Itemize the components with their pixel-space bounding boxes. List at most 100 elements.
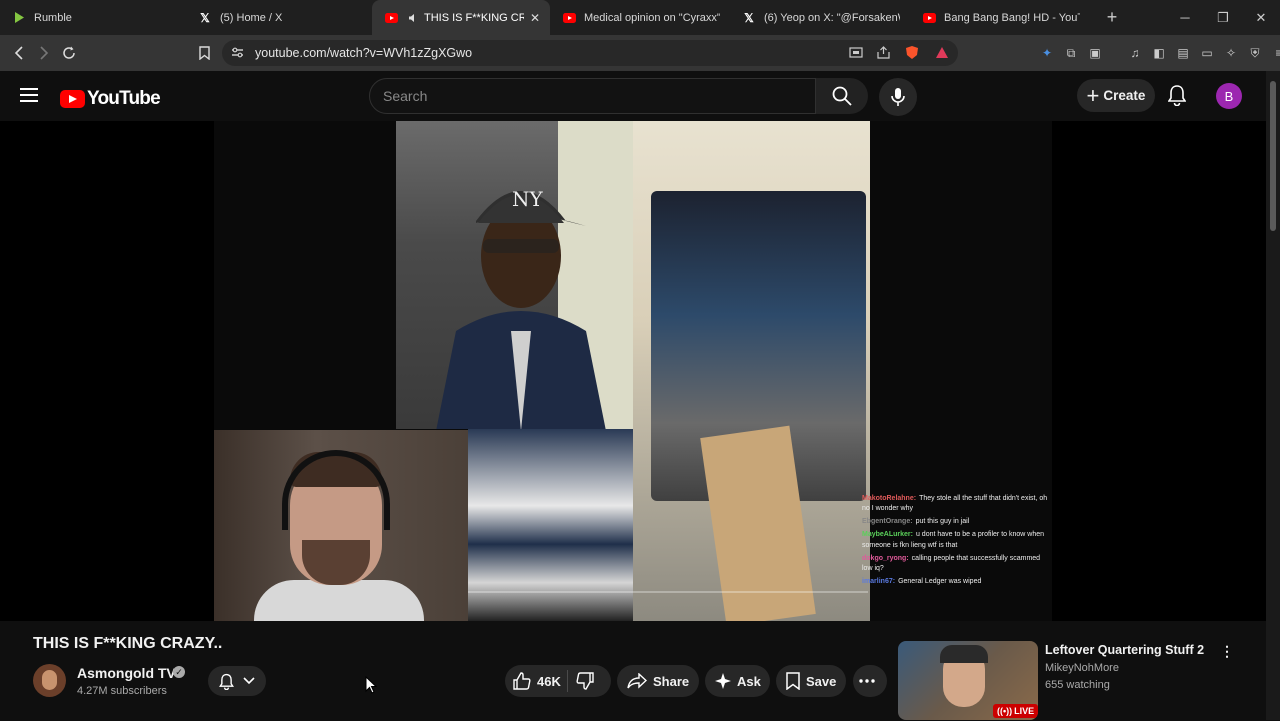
- recommended-video[interactable]: ((•)) LIVE Leftover Quartering Stuff 2 Mi…: [898, 641, 1278, 721]
- chat-message: dokgo_ryong: calling people that successf…: [862, 554, 1052, 574]
- share-button[interactable]: Share: [617, 665, 699, 697]
- bookmark-icon[interactable]: [192, 40, 217, 65]
- create-button[interactable]: + Create: [1077, 79, 1155, 112]
- verified-check-icon: ✓: [173, 666, 185, 678]
- youtube-icon: [562, 11, 576, 25]
- menu-icon[interactable]: ≡: [1270, 43, 1280, 63]
- sparkle-icon: [715, 673, 731, 689]
- close-window-icon[interactable]: ✕: [1242, 0, 1280, 35]
- page-scrollbar[interactable]: [1266, 71, 1280, 720]
- site-settings-icon[interactable]: [231, 46, 244, 64]
- wallet-icon[interactable]: ▭: [1198, 43, 1216, 63]
- share-arrow-icon: [627, 673, 647, 689]
- youtube-header: YouTube + Create B: [0, 71, 1280, 121]
- video-title: THIS IS F**KING CRAZY..: [33, 635, 223, 652]
- recommended-channel[interactable]: MikeyNohMore: [1045, 662, 1119, 674]
- close-tab-icon[interactable]: ✕: [530, 11, 540, 25]
- save-button[interactable]: Save: [776, 665, 846, 697]
- webcam-shirt: [254, 580, 424, 621]
- url-bar[interactable]: youtube.com/watch?v=WVh1zZgXGwo: [222, 40, 958, 66]
- channel-avatar[interactable]: [33, 664, 66, 697]
- bell-icon: [218, 673, 234, 690]
- sidebar-icon[interactable]: ◧: [1150, 43, 1168, 63]
- x-icon: 𝕏: [200, 10, 210, 25]
- more-actions-button[interactable]: [853, 665, 887, 697]
- notifications-bell-icon[interactable]: [1167, 84, 1187, 111]
- x-icon: 𝕏: [744, 10, 754, 25]
- scrollbar-thumb[interactable]: [1270, 81, 1276, 231]
- youtube-icon: [384, 11, 398, 25]
- tab-title: (6) Yeop on X: "@ForsakenWan: [764, 11, 900, 24]
- youtube-logo[interactable]: YouTube: [60, 88, 161, 110]
- tab-title: Bang Bang Bang! HD - YouTube: [944, 11, 1080, 24]
- dislike-button[interactable]: [574, 665, 600, 697]
- music-icon[interactable]: ♫: [1126, 43, 1144, 63]
- browser-tab-youtube-bang[interactable]: Bang Bang Bang! HD - YouTube: [910, 0, 1090, 35]
- video-player[interactable]: NY MakotoRelahne: They stole all the stuf…: [0, 121, 1280, 719]
- recommended-watching: 655 watching: [1045, 679, 1110, 691]
- recommended-title[interactable]: Leftover Quartering Stuff 2: [1045, 643, 1204, 657]
- chat-message: MakotoRelahne: They stole all the stuff t…: [862, 494, 1052, 514]
- more-horizontal-icon: [859, 679, 875, 683]
- account-avatar[interactable]: B: [1216, 83, 1242, 109]
- back-icon[interactable]: [6, 40, 31, 65]
- chat-text: General Ledger was wiped: [898, 577, 982, 585]
- ask-button[interactable]: Ask: [705, 665, 770, 697]
- hamburger-menu-icon[interactable]: [20, 88, 38, 107]
- plus-icon: +: [1086, 82, 1100, 108]
- tab-title: Rumble: [34, 11, 72, 24]
- brave-shields-icon[interactable]: [905, 45, 919, 65]
- share-page-icon[interactable]: [877, 46, 890, 64]
- avatar-letter: B: [1224, 88, 1234, 104]
- create-label: Create: [1103, 88, 1146, 103]
- search-button[interactable]: [816, 78, 868, 114]
- browser-tab-rumble[interactable]: Rumble: [0, 0, 186, 35]
- divider: [566, 670, 568, 692]
- browser-tab-x-home[interactable]: 𝕏 (5) Home / X: [186, 0, 372, 35]
- forward-icon[interactable]: [31, 40, 56, 65]
- screenshot-icon[interactable]: ▣: [1086, 43, 1104, 63]
- new-tab-icon[interactable]: +: [1100, 6, 1124, 30]
- stream-chat-overlay: MakotoRelahne: They stole all the stuff t…: [862, 494, 1052, 619]
- browser-tab-bar: Rumble 𝕏 (5) Home / X THIS IS F**KING CR…: [0, 0, 1280, 35]
- reload-icon[interactable]: [56, 40, 81, 65]
- vpn-icon[interactable]: ⛨: [1246, 43, 1264, 63]
- speaker-icon[interactable]: [406, 11, 420, 25]
- channel-name[interactable]: Asmongold TV: [77, 665, 176, 681]
- like-dislike-group: 46K: [505, 665, 611, 697]
- browser-tab-x-yeop[interactable]: 𝕏 (6) Yeop on X: "@ForsakenWan: [730, 0, 910, 35]
- url-text: youtube.com/watch?v=WVh1zZgXGwo: [255, 46, 473, 60]
- video-scene-wall-hole: [633, 121, 870, 621]
- tabs-icon[interactable]: ▤: [1174, 43, 1192, 63]
- browser-tab-youtube-medical[interactable]: Medical opinion on "Cyraxx"'s m: [550, 0, 730, 35]
- chat-user: imarlin67:: [862, 577, 896, 585]
- recommended-thumbnail[interactable]: ((•)) LIVE: [898, 641, 1038, 720]
- like-button[interactable]: 46K: [505, 665, 561, 697]
- leo-icon[interactable]: ✧: [1222, 43, 1240, 63]
- brave-rewards-icon[interactable]: [935, 46, 949, 64]
- address-toolbar: youtube.com/watch?v=WVh1zZgXGwo ✦ ⧉ ▣ ♫ …: [0, 35, 1280, 71]
- puzzle-icon[interactable]: ⧉: [1062, 43, 1080, 63]
- tab-title: (5) Home / X: [220, 11, 283, 24]
- subscribed-notifications-button[interactable]: [208, 666, 266, 696]
- voice-search-button[interactable]: [879, 78, 917, 116]
- browser-tab-youtube-active[interactable]: THIS IS F**KING CRAZY.. ✕: [372, 0, 550, 35]
- minimize-icon[interactable]: ─: [1166, 0, 1204, 35]
- chat-message: EbgentOrange: put this guy in jail: [862, 517, 1052, 527]
- more-vertical-icon[interactable]: ⋮: [1220, 643, 1234, 660]
- streamer-webcam: [214, 430, 468, 621]
- mouse-cursor-icon: [365, 675, 378, 699]
- chat-user: EbgentOrange:: [862, 518, 913, 526]
- logo-text: YouTube: [87, 88, 161, 109]
- thumbs-up-icon: [513, 672, 531, 690]
- restore-icon[interactable]: ❐: [1204, 0, 1242, 35]
- chat-user: dokgo_ryong:: [862, 554, 909, 562]
- video-scene-person: NY: [396, 121, 633, 429]
- video-progress-bar[interactable]: [468, 591, 868, 593]
- youtube-play-icon: [60, 90, 85, 108]
- cast-icon[interactable]: [849, 46, 863, 64]
- subscriber-count: 4.27M subscribers: [77, 685, 167, 697]
- extension-icon[interactable]: ✦: [1038, 43, 1056, 63]
- search-input[interactable]: [383, 88, 783, 104]
- search-box: [369, 78, 816, 114]
